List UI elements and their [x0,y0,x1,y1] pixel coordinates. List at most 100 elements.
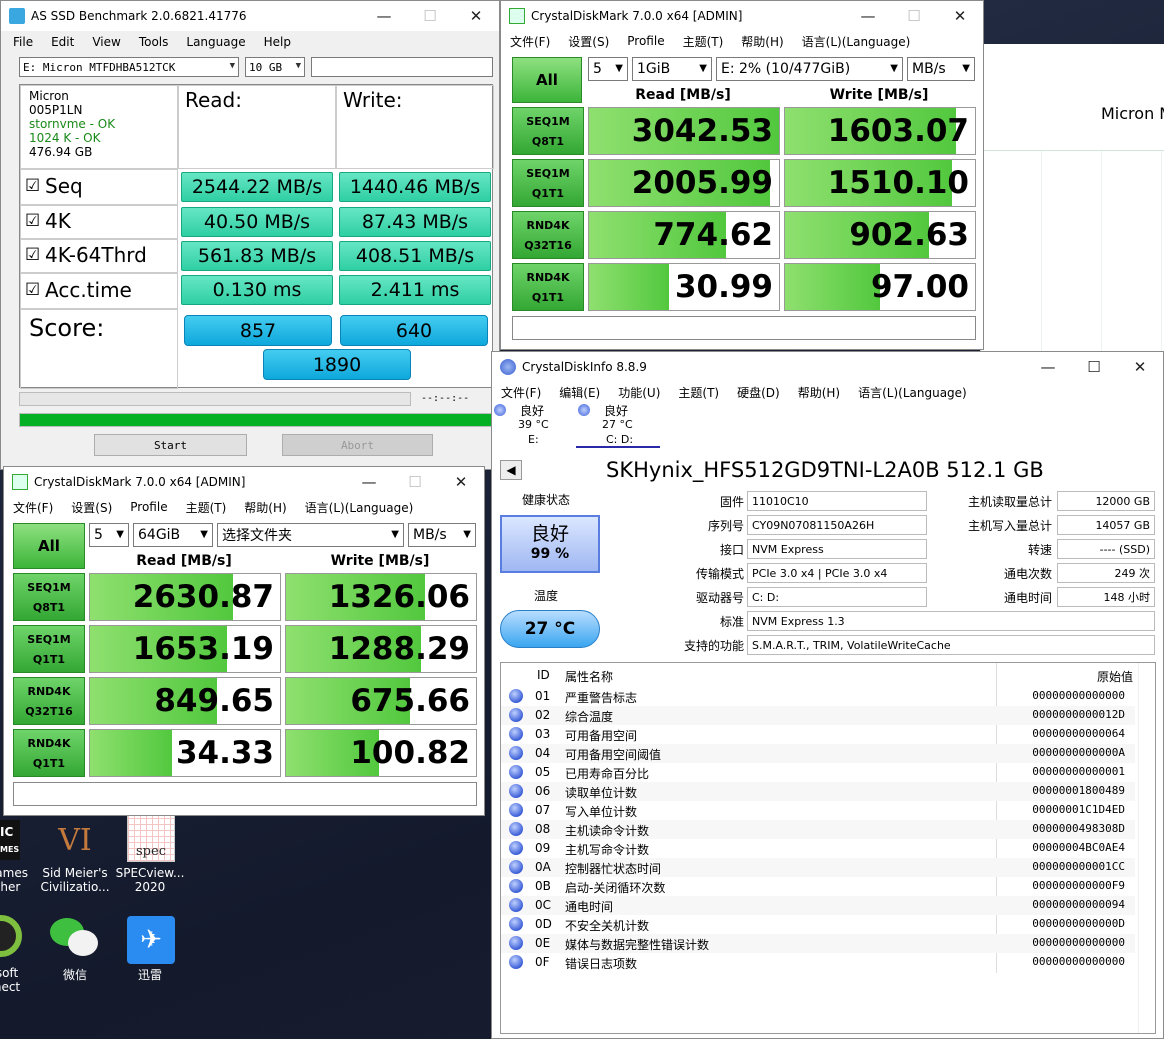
unit-select[interactable]: MB/s ▼ [907,57,975,81]
temperature-box[interactable]: 27 °C [500,610,600,648]
prev-disk-button[interactable]: ◀ [500,460,522,480]
smart-row[interactable]: 03 可用备用空间 00000000000064 [501,725,1135,744]
cdm-titlebar[interactable]: CrystalDiskMark 7.0.0 x64 [ADMIN] — ☐ ✕ [501,1,983,31]
maximize-button[interactable]: ☐ [407,1,453,31]
4k-checkbox[interactable]: ☑ [25,211,40,231]
smart-row[interactable]: 0A 控制器忙状态时间 000000000001CC [501,858,1135,877]
count-select[interactable]: 5 ▼ [89,523,129,547]
menu-file[interactable]: 文件(F) [492,384,550,401]
kinect-icon[interactable] [0,915,22,957]
smart-row[interactable]: 0C 通电时间 00000000000094 [501,896,1135,915]
specviewperf-icon[interactable]: spec [127,814,175,862]
as-ssd-window[interactable]: AS SSD Benchmark 2.0.6821.41776 — ☐ ✕ Fi… [0,0,500,470]
background-window[interactable]: Micron M [980,44,1164,354]
desktop-icon-epic[interactable]: Gamescher [0,866,42,894]
test-label-button[interactable]: RND4K Q32T16 [13,677,85,725]
menu-help[interactable]: 帮助(H) [235,499,295,516]
menu-language[interactable]: Language [177,35,254,49]
disk-tab-e[interactable]: 良好 39 °C E: [492,402,582,448]
minimize-button[interactable]: — [361,1,407,31]
crystaldiskinfo-window[interactable]: CrystalDiskInfo 8.8.9 — ☐ ✕ 文件(F) 编辑(E) … [491,351,1164,1039]
test-label-button[interactable]: SEQ1M Q8T1 [512,107,584,155]
crystaldiskmark-bottom-window[interactable]: CrystalDiskMark 7.0.0 x64 [ADMIN] — ☐ ✕ … [3,466,485,816]
all-button[interactable]: All [512,57,582,103]
menu-file[interactable]: 文件(F) [501,33,559,50]
menu-profile[interactable]: Profile [121,500,176,514]
smart-row[interactable]: 04 可用备用空间阈值 0000000000000A [501,744,1135,763]
acc-checkbox[interactable]: ☑ [25,280,40,300]
smart-row[interactable]: 0D 不安全关机计数 0000000000000D [501,915,1135,934]
smart-row[interactable]: 0E 媒体与数据完整性错误计数 00000000000000 [501,934,1135,953]
menu-help[interactable]: Help [255,35,300,49]
menu-help[interactable]: 帮助(H) [732,33,792,50]
smart-row[interactable]: 05 已用寿命百分比 00000000000001 [501,763,1135,782]
smart-row[interactable]: 07 写入单位计数 00000001C1D4ED [501,801,1135,820]
close-button[interactable]: ✕ [453,1,499,31]
size-select[interactable]: 1GiB ▼ [632,57,712,81]
col-id[interactable]: ID [537,668,550,682]
minimize-button[interactable]: — [346,467,392,497]
folder-select[interactable]: 选择文件夹 ▼ [217,523,404,547]
smart-row[interactable]: 0F 错误日志项数 00000000000000 [501,953,1135,972]
menu-edit[interactable]: 编辑(E) [550,384,609,401]
test-label-button[interactable]: RND4K Q1T1 [13,729,85,777]
menu-file[interactable]: File [1,35,42,49]
desktop-icon-kinect[interactable]: softnect [0,966,42,994]
text-field[interactable] [311,57,493,77]
count-select[interactable]: 5 ▼ [588,57,628,81]
test-label-button[interactable]: SEQ1M Q1T1 [512,159,584,207]
test-label-button[interactable]: RND4K Q1T1 [512,263,584,311]
wechat-icon[interactable] [50,916,100,960]
menu-language[interactable]: 语言(L)(Language) [793,33,920,50]
civilization-icon[interactable]: VI [52,818,98,864]
4k64-checkbox[interactable]: ☑ [25,245,40,265]
menu-edit[interactable]: Edit [42,35,83,49]
menu-profile[interactable]: Profile [618,34,673,48]
close-button[interactable]: ✕ [937,1,983,31]
size-select[interactable]: 10 GB ▼ [245,57,305,77]
drive-select[interactable]: E: Micron MTFDHBA512TCK ▼ [19,57,239,77]
test-label-button[interactable]: SEQ1M Q8T1 [13,573,85,621]
smart-row[interactable]: 09 主机写命令计数 00000004BC0AE4 [501,839,1135,858]
size-select[interactable]: 64GiB ▼ [133,523,213,547]
close-button[interactable]: ✕ [438,467,484,497]
smart-row[interactable]: 06 读取单位计数 00000001800489 [501,782,1135,801]
scrollbar[interactable] [1138,663,1155,1033]
start-button[interactable]: Start [94,434,247,456]
minimize-button[interactable]: — [1025,352,1071,382]
health-status-box[interactable]: 良好 99 % [500,515,600,573]
menu-view[interactable]: View [83,35,129,49]
menu-tools[interactable]: Tools [130,35,178,49]
all-button[interactable]: All [13,523,85,569]
menu-file[interactable]: 文件(F) [4,499,62,516]
smart-row[interactable]: 0B 启动-关闭循环次数 000000000000F9 [501,877,1135,896]
smart-table[interactable]: ID 属性名称 原始值 01 严重警告标志 00000000000000 02 … [500,662,1156,1034]
col-name[interactable]: 属性名称 [565,668,613,685]
menu-disk[interactable]: 硬盘(D) [728,384,789,401]
minimize-button[interactable]: — [845,1,891,31]
smart-row[interactable]: 01 严重警告标志 00000000000000 [501,687,1135,706]
menu-settings[interactable]: 设置(S) [62,499,121,516]
as-ssd-titlebar[interactable]: AS SSD Benchmark 2.0.6821.41776 — ☐ ✕ [1,1,499,31]
menu-theme[interactable]: 主题(T) [669,384,728,401]
menu-theme[interactable]: 主题(T) [177,499,236,516]
drive-select[interactable]: E: 2% (10/477GiB) ▼ [716,57,903,81]
disk-tab-cd[interactable]: 良好 27 °C C: D: [576,402,660,448]
menu-settings[interactable]: 设置(S) [559,33,618,50]
cdm-titlebar[interactable]: CrystalDiskMark 7.0.0 x64 [ADMIN] — ☐ ✕ [4,467,484,497]
maximize-button[interactable]: ☐ [891,1,937,31]
unit-select[interactable]: MB/s ▼ [408,523,476,547]
col-raw[interactable]: 原始值 [1097,668,1133,685]
test-label-button[interactable]: RND4K Q32T16 [512,211,584,259]
crystaldiskmark-top-window[interactable]: CrystalDiskMark 7.0.0 x64 [ADMIN] — ☐ ✕ … [500,0,984,350]
comment-field[interactable] [13,782,477,806]
test-label-button[interactable]: SEQ1M Q1T1 [13,625,85,673]
menu-language[interactable]: 语言(L)(Language) [296,499,423,516]
abort-button[interactable]: Abort [282,434,433,456]
maximize-button[interactable]: ☐ [392,467,438,497]
maximize-button[interactable]: ☐ [1071,352,1117,382]
menu-language[interactable]: 语言(L)(Language) [849,384,976,401]
smart-row[interactable]: 02 综合温度 0000000000012D [501,706,1135,725]
smart-row[interactable]: 08 主机读命令计数 0000000498308D [501,820,1135,839]
desktop-icon-xunlei[interactable]: 迅雷 [115,966,185,983]
